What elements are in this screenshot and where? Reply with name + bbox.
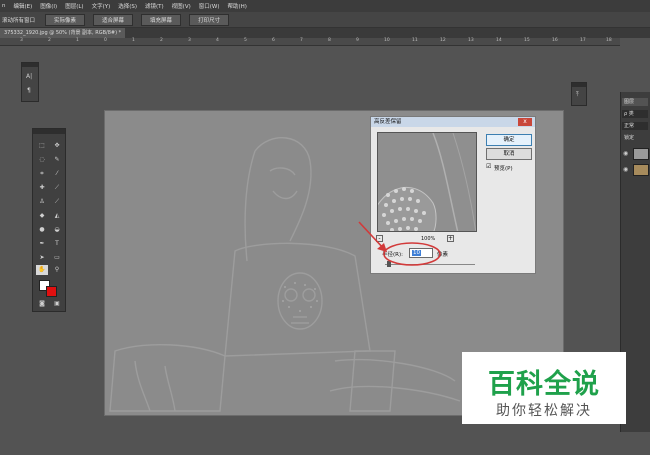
- layer-thumbnail-background[interactable]: [633, 164, 649, 176]
- layer-thumbnail-copy[interactable]: [633, 148, 649, 160]
- screen-mode-icon[interactable]: ▣: [51, 299, 63, 309]
- ruler-tick: 5: [244, 38, 247, 43]
- menu-item-select[interactable]: 选择(S): [118, 2, 137, 10]
- dodge-tool-icon[interactable]: ◒: [51, 225, 63, 235]
- document-tab[interactable]: 375332_1920.jpg @ 50% (背景 副本, RGB/8#) *: [0, 28, 126, 38]
- cancel-button[interactable]: 取消: [486, 148, 532, 160]
- ruler-tick: 0: [104, 38, 107, 43]
- filter-preview[interactable]: [377, 132, 477, 232]
- marquee-tool-icon[interactable]: ⬚: [36, 141, 48, 151]
- move-tool-icon[interactable]: ✥: [51, 141, 63, 151]
- ruler-tick: 12: [440, 38, 446, 43]
- fit-screen-button[interactable]: 适合屏幕: [93, 13, 134, 26]
- scroll-all-windows-checkbox[interactable]: 滚动所有窗口: [2, 16, 35, 24]
- menu-item-layer[interactable]: 图层(L): [65, 2, 83, 10]
- ruler-tick: 1: [76, 38, 79, 43]
- ruler-tick: 18: [606, 38, 612, 43]
- stamp-tool-icon[interactable]: ♙: [36, 197, 48, 207]
- menu-item-image[interactable]: 图像(I): [40, 2, 57, 10]
- eraser-tool-icon[interactable]: ◆: [36, 211, 48, 221]
- paragraph-panel-icon[interactable]: ¶: [27, 87, 31, 94]
- background-color-swatch[interactable]: [46, 286, 57, 297]
- ruler-tick: 13: [468, 38, 474, 43]
- zoom-tool-icon[interactable]: ⚲: [51, 265, 63, 275]
- lasso-tool-icon[interactable]: ◌: [36, 155, 48, 165]
- preview-label: 预览(P): [494, 166, 513, 172]
- menu-item-window[interactable]: 窗口(W): [199, 2, 220, 10]
- ruler-tick: 11: [412, 38, 418, 43]
- horizontal-ruler: 3 2 1 0 1 2 3 4 5 6 7 8 9 10 11 12 13 14…: [0, 38, 620, 46]
- lock-label: 锁定: [624, 135, 635, 141]
- character-mini-panel: A| ¶: [21, 62, 39, 102]
- preview-checkbox[interactable]: ☑: [486, 163, 491, 170]
- panel-grip[interactable]: [22, 63, 38, 67]
- layer-filter[interactable]: ρ 类: [622, 110, 648, 118]
- ruler-tick: 7: [300, 38, 303, 43]
- dialog-title[interactable]: 高反差保留: [371, 117, 535, 127]
- layers-tab[interactable]: 图层: [622, 98, 648, 106]
- watermark-title: 百科全说: [488, 369, 600, 400]
- ruler-tick: 17: [580, 38, 586, 43]
- menu-item-type[interactable]: 文字(Y): [92, 2, 111, 10]
- visibility-eye-icon[interactable]: ◉: [623, 166, 629, 173]
- menu-item[interactable]: n: [2, 3, 6, 9]
- ruler-tick: 14: [496, 38, 502, 43]
- eyedropper-tool-icon[interactable]: ⁄: [51, 169, 63, 179]
- history-brush-tool-icon[interactable]: ⟋: [51, 197, 63, 207]
- quick-select-tool-icon[interactable]: ✎: [51, 155, 63, 165]
- menu-item-edit[interactable]: 编辑(E): [14, 2, 33, 10]
- ruler-tick: 15: [524, 38, 530, 43]
- character-panel-icon[interactable]: A|: [26, 73, 32, 80]
- ruler-tick: 1: [132, 38, 135, 43]
- ruler-tick: 9: [356, 38, 359, 43]
- healing-tool-icon[interactable]: ✚: [36, 183, 48, 193]
- print-size-button[interactable]: 打印尺寸: [189, 13, 230, 26]
- pen-tool-icon[interactable]: ✒: [36, 239, 48, 249]
- watermark-subtitle: 助你轻松解决: [496, 403, 592, 419]
- menu-item-filter[interactable]: 滤镜(T): [145, 2, 164, 10]
- brush-tool-icon[interactable]: ⟋: [51, 183, 63, 193]
- ruler-tick: 16: [552, 38, 558, 43]
- dialog-close-button[interactable]: x: [518, 118, 532, 126]
- history-panel-icon[interactable]: ⤒: [576, 91, 579, 99]
- preview-image: [378, 133, 476, 231]
- tools-panel: ⬚ ✥ ◌ ✎ ⌗ ⁄ ✚ ⟋ ♙ ⟋ ◆ ◭ ● ◒ ✒ T ➤ ▭ ✋ ⚲ …: [32, 128, 66, 312]
- watermark-logo: 百科全说 助你轻松解决: [462, 352, 626, 424]
- ruler-tick: 2: [48, 38, 51, 43]
- options-bar: 滚动所有窗口 实际像素 适合屏幕 填充屏幕 打印尺寸: [0, 12, 650, 28]
- quick-mask-icon[interactable]: ◙: [36, 299, 48, 309]
- panel-grip[interactable]: [572, 83, 586, 87]
- shape-tool-icon[interactable]: ▭: [51, 253, 63, 263]
- paint-bucket-tool-icon[interactable]: ◭: [51, 211, 63, 221]
- blend-mode-select[interactable]: 正常: [622, 122, 648, 130]
- zoom-in-button[interactable]: +: [447, 235, 454, 242]
- hand-tool-icon[interactable]: ✋: [36, 265, 48, 275]
- blur-tool-icon[interactable]: ●: [36, 225, 48, 235]
- ruler-tick: 3: [188, 38, 191, 43]
- ruler-tick: 6: [272, 38, 275, 43]
- annotation-overlay: [358, 221, 441, 266]
- ruler-tick: 2: [160, 38, 163, 43]
- ruler-tick: 8: [328, 38, 331, 43]
- actual-pixels-button[interactable]: 实际像素: [45, 13, 86, 26]
- type-tool-icon[interactable]: T: [51, 239, 63, 249]
- menu-item-view[interactable]: 视图(V): [172, 2, 191, 10]
- menu-item-help[interactable]: 帮助(H): [227, 2, 246, 10]
- ok-button[interactable]: 确定: [486, 134, 532, 146]
- crop-tool-icon[interactable]: ⌗: [36, 169, 48, 179]
- tools-panel-grip[interactable]: [33, 129, 65, 134]
- ruler-tick: 3: [20, 38, 23, 43]
- menu-bar: n 编辑(E) 图像(I) 图层(L) 文字(Y) 选择(S) 滤镜(T) 视图…: [0, 0, 650, 12]
- ruler-tick: 10: [384, 38, 390, 43]
- fill-screen-button[interactable]: 填充屏幕: [141, 13, 182, 26]
- history-mini-panel: ⤒: [571, 82, 587, 106]
- path-select-tool-icon[interactable]: ➤: [36, 253, 48, 263]
- visibility-eye-icon[interactable]: ◉: [623, 150, 629, 157]
- ruler-tick: 4: [216, 38, 219, 43]
